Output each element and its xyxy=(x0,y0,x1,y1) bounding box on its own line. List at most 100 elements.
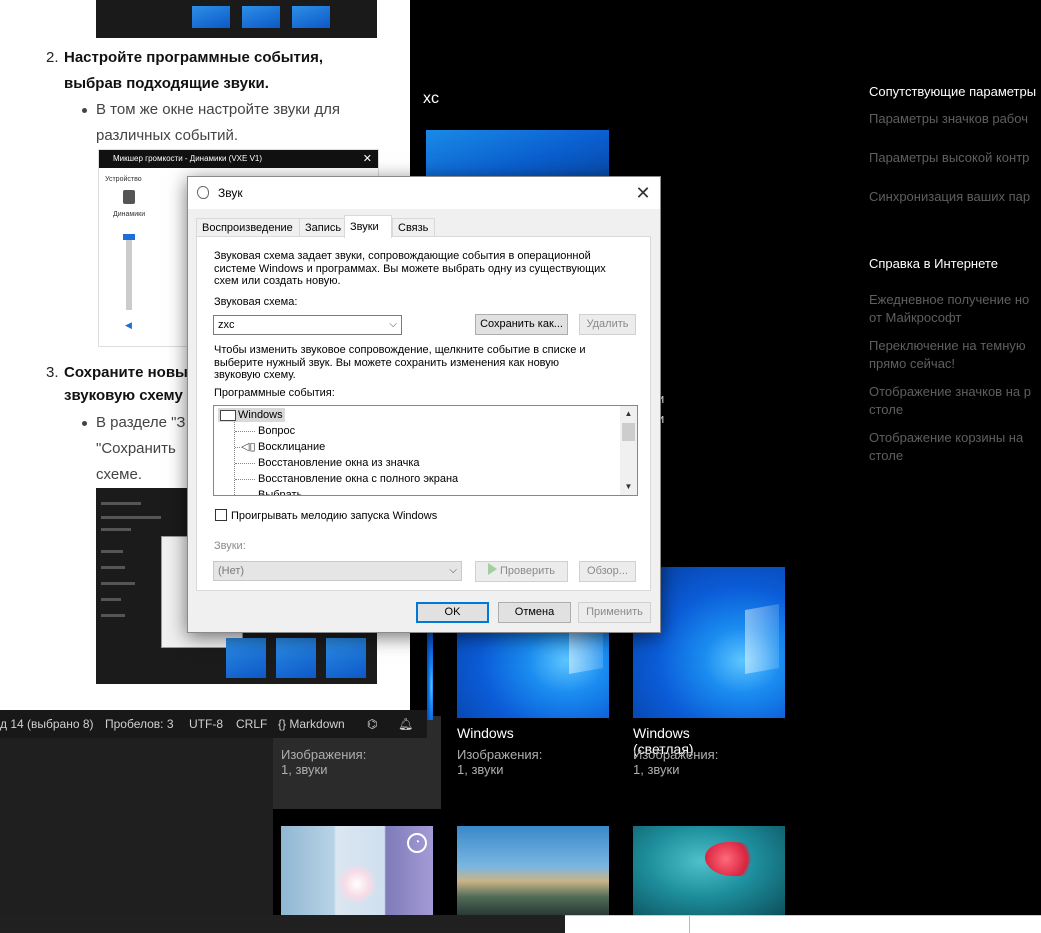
ok-button[interactable]: OK xyxy=(416,602,489,623)
list-item[interactable]: Восклицание xyxy=(258,440,325,454)
close-icon: ✕ xyxy=(362,153,372,165)
chevron-down-icon[interactable]: ▼ xyxy=(620,479,637,495)
step-heading: Сохраните новы xyxy=(64,364,188,381)
change-text: Чтобы изменить звуковое сопровождение, щ… xyxy=(214,344,634,382)
tab-playback[interactable]: Воспроизведение xyxy=(196,218,300,237)
scheme-value: zxc xyxy=(218,319,235,331)
camera-icon: ◔ xyxy=(407,833,427,853)
intro-line: системе Windows и программах. Вы можете … xyxy=(214,262,606,275)
intro-line: схем или создать новую. xyxy=(214,275,341,287)
link-text: столе xyxy=(869,448,904,463)
related-link-sync[interactable]: Синхронизация ваших пар xyxy=(869,188,1030,206)
startup-sound-label: Проигрывать мелодию запуска Windows xyxy=(231,510,438,522)
related-link-high-contrast[interactable]: Параметры высокой контр xyxy=(869,149,1029,167)
help-link-daily[interactable]: Ежедневное получение но от Майкрософт xyxy=(869,291,1029,327)
list-item[interactable]: Восстановление окна с полного экрана xyxy=(258,472,458,486)
window-edge xyxy=(565,915,1041,933)
bullet xyxy=(82,421,87,426)
intro-text: Звуковая схема задает звуки, сопровождаю… xyxy=(214,250,634,288)
events-scrollbar[interactable]: ▲ ▼ xyxy=(620,406,637,495)
theme-preview-zxc[interactable] xyxy=(427,632,433,720)
change-line: выберите нужный звук. Вы можете сохранит… xyxy=(214,356,560,369)
statusbar-selection[interactable]: д 14 (выбрано 8) xyxy=(0,717,94,731)
link-text: столе xyxy=(869,402,904,417)
statusbar-language[interactable]: {} Markdown xyxy=(278,717,345,731)
bullet-text: схеме. xyxy=(96,466,142,483)
event-group-windows[interactable]: Windows xyxy=(218,408,285,422)
theme-subtitle: Изображения: 1, звуки xyxy=(281,747,367,777)
bullet-text: "Сохранить xyxy=(96,440,176,457)
dialog-title: Звук xyxy=(218,186,243,200)
play-icon xyxy=(487,563,497,575)
background-thumbnail-flowers[interactable]: ◔ xyxy=(281,826,433,915)
window-icon xyxy=(220,410,236,421)
bullet-text: В разделе "З xyxy=(96,414,186,431)
scrollbar-thumb[interactable] xyxy=(622,423,635,441)
save-as-button[interactable]: Сохранить как... xyxy=(475,314,568,335)
theme-subtitle: Изображения: 1, звуки xyxy=(633,747,719,777)
link-text: от Майкрософт xyxy=(869,310,962,325)
statusbar-indentation[interactable]: Пробелов: 3 xyxy=(105,717,174,731)
current-theme-name: xc xyxy=(423,90,439,107)
link-text: прямо сейчас! xyxy=(869,356,956,371)
sound-dialog: Звук ✕ Воспроизведение Запись Звуки Связ… xyxy=(187,176,661,633)
cancel-button[interactable]: Отмена xyxy=(498,602,571,623)
help-link-dark-mode[interactable]: Переключение на темную прямо сейчас! xyxy=(869,337,1026,373)
related-settings-heading: Сопутствующие параметры xyxy=(869,84,1037,99)
help-link-recycle-bin[interactable]: Отображение корзины на столе xyxy=(869,429,1023,465)
link-text: Отображение корзины на xyxy=(869,430,1024,445)
sounds-tab-panel: Звуковая схема задает звуки, сопровождаю… xyxy=(196,236,651,591)
chevron-up-icon[interactable]: ▲ xyxy=(620,406,637,422)
mixer-device-name: Динамики xyxy=(113,211,146,218)
statusbar-eol[interactable]: CRLF xyxy=(236,717,267,731)
theme-subtitle: Изображения: 1, звуки xyxy=(457,747,543,777)
delete-scheme-button[interactable]: Удалить xyxy=(579,314,636,335)
list-item[interactable]: Восстановление окна из значка xyxy=(258,456,420,470)
startup-sound-checkbox[interactable] xyxy=(215,509,227,521)
statusbar-encoding[interactable]: UTF-8 xyxy=(189,717,223,731)
background-thumbnail-flower[interactable] xyxy=(633,826,785,915)
step-heading: выбрав подходящие звуки. xyxy=(64,75,269,92)
dialog-titlebar[interactable]: Звук ✕ xyxy=(188,177,660,209)
browse-button[interactable]: Обзор... xyxy=(579,561,636,582)
sounds-label: Звуки: xyxy=(214,540,246,552)
link-text: Ежедневное получение но xyxy=(869,292,1030,307)
list-item[interactable]: Выбрать xyxy=(258,488,302,495)
test-sound-button[interactable]: Проверить xyxy=(475,561,568,582)
list-item[interactable]: Вопрос xyxy=(258,424,295,438)
theme-name: Windows xyxy=(457,725,514,741)
editor-background xyxy=(0,738,273,915)
intro-line: Звуковая схема задает звуки, сопровождаю… xyxy=(214,250,591,262)
sound-scheme-select[interactable]: zxc ⌵ xyxy=(213,315,402,335)
list-number: 3. xyxy=(46,364,59,381)
embedded-screenshot-top xyxy=(96,0,377,38)
close-icon[interactable]: ✕ xyxy=(630,180,656,206)
bullet-text: различных событий. xyxy=(96,127,239,144)
tab-sounds[interactable]: Звуки xyxy=(344,215,392,238)
mixer-titlebar: Микшер громкости - Динамики (VXE V1) xyxy=(99,150,378,168)
bullet-text: В том же окне настройте звуки для xyxy=(96,101,340,118)
sound-file-select[interactable]: (Нет) ⌵ xyxy=(213,561,462,581)
bullet xyxy=(82,108,87,113)
help-heading: Справка в Интернете xyxy=(869,256,998,271)
scheme-label: Звуковая схема: xyxy=(214,296,298,308)
change-line: Чтобы изменить звуковое сопровождение, щ… xyxy=(214,344,586,356)
help-link-desktop-icons[interactable]: Отображение значков на р столе xyxy=(869,383,1031,419)
bell-icon[interactable]: 🔔︎ xyxy=(398,717,413,731)
step-heading: Настройте программные события, xyxy=(64,49,324,66)
copilot-icon[interactable]: ⌬ xyxy=(367,717,377,731)
volume-slider xyxy=(126,238,132,310)
program-events-list[interactable]: Windows Вопрос ◁▯ Восклицание Восстановл… xyxy=(213,405,638,496)
editor-statusbar: д 14 (выбрано 8) Пробелов: 3 UTF-8 CRLF … xyxy=(0,710,427,738)
background-thumbnail-beach[interactable] xyxy=(457,826,609,915)
event-group-label: Windows xyxy=(238,409,283,421)
step-heading: звуковую схему xyxy=(64,387,183,404)
chevron-down-icon: ⌵ xyxy=(389,319,397,330)
sound-value: (Нет) xyxy=(218,565,245,577)
chevron-down-icon: ⌵ xyxy=(449,565,457,576)
related-link-desktop-icons[interactable]: Параметры значков рабоч xyxy=(869,110,1028,128)
tab-communications[interactable]: Связь xyxy=(392,218,435,237)
link-text: Переключение на темную xyxy=(869,338,1026,353)
apply-button[interactable]: Применить xyxy=(578,602,651,623)
list-number: 2. xyxy=(46,49,59,66)
